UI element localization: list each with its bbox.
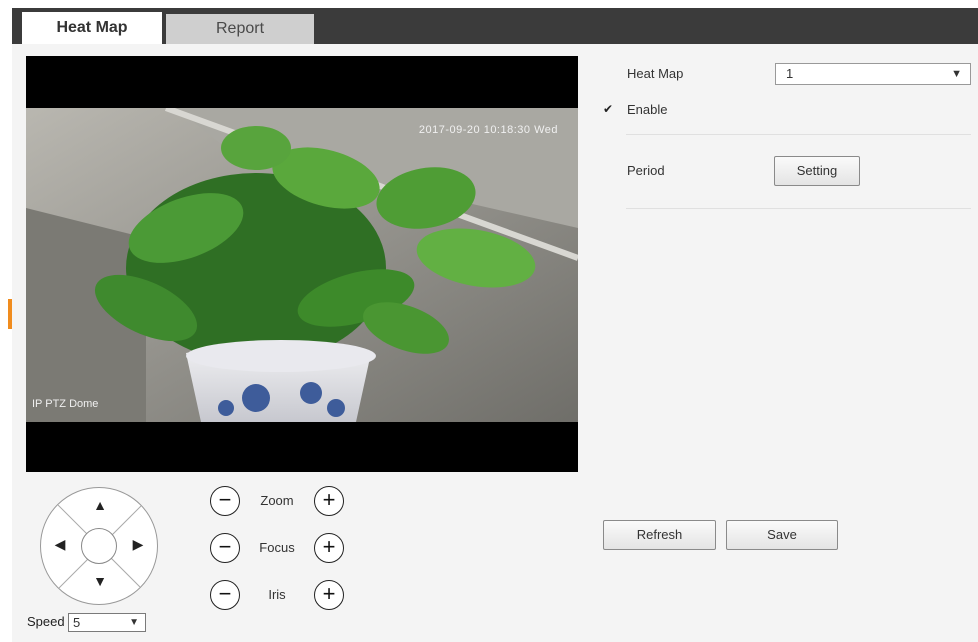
- heat-map-value: 1: [786, 66, 794, 81]
- refresh-button[interactable]: Refresh: [603, 520, 716, 550]
- heat-map-label: Heat Map: [627, 66, 684, 81]
- pan-right-icon[interactable]: ▶: [127, 533, 149, 555]
- speed-select[interactable]: 5 ▼: [68, 613, 146, 632]
- video-frame: 2017-09-20 10:18:30 Wed IP PTZ Dome: [26, 108, 578, 422]
- iris-label: Iris: [268, 587, 286, 602]
- period-setting-button[interactable]: Setting: [774, 156, 860, 186]
- tab-report[interactable]: Report: [166, 14, 314, 44]
- iris-close-button[interactable]: −: [210, 580, 240, 610]
- speed-value: 5: [73, 615, 81, 630]
- period-label: Period: [627, 163, 665, 178]
- divider: [626, 208, 971, 209]
- live-video-view[interactable]: 2017-09-20 10:18:30 Wed IP PTZ Dome: [26, 56, 578, 472]
- osd-channel-name: IP PTZ Dome: [32, 398, 99, 410]
- focus-label: Focus: [259, 540, 295, 555]
- save-button[interactable]: Save: [726, 520, 838, 550]
- chevron-down-icon: ▼: [129, 617, 139, 628]
- chevron-down-icon: ▼: [951, 68, 962, 80]
- divider: [626, 134, 971, 135]
- heat-map-select[interactable]: 1 ▼: [775, 63, 971, 85]
- focus-out-button[interactable]: −: [210, 533, 240, 563]
- speed-label: Speed: [27, 614, 65, 629]
- pan-left-icon[interactable]: ◀: [49, 533, 71, 555]
- pan-up-icon[interactable]: ▲: [89, 494, 111, 516]
- camera-image: [26, 108, 578, 422]
- osd-timestamp: 2017-09-20 10:18:30 Wed: [418, 124, 558, 136]
- enable-label: Enable: [627, 102, 668, 117]
- pan-down-icon[interactable]: ▼: [89, 570, 111, 592]
- zoom-in-button[interactable]: +: [314, 486, 344, 516]
- enable-checkbox[interactable]: ✔: [603, 103, 616, 116]
- iris-open-button[interactable]: +: [314, 580, 344, 610]
- zoom-label: Zoom: [260, 493, 294, 508]
- zoom-out-button[interactable]: −: [210, 486, 240, 516]
- focus-in-button[interactable]: +: [314, 533, 344, 563]
- ptz-direction-pad[interactable]: ▲ ▼ ◀ ▶: [40, 487, 158, 605]
- ptz-center-button[interactable]: [81, 528, 117, 564]
- tab-heat-map[interactable]: Heat Map: [22, 12, 162, 44]
